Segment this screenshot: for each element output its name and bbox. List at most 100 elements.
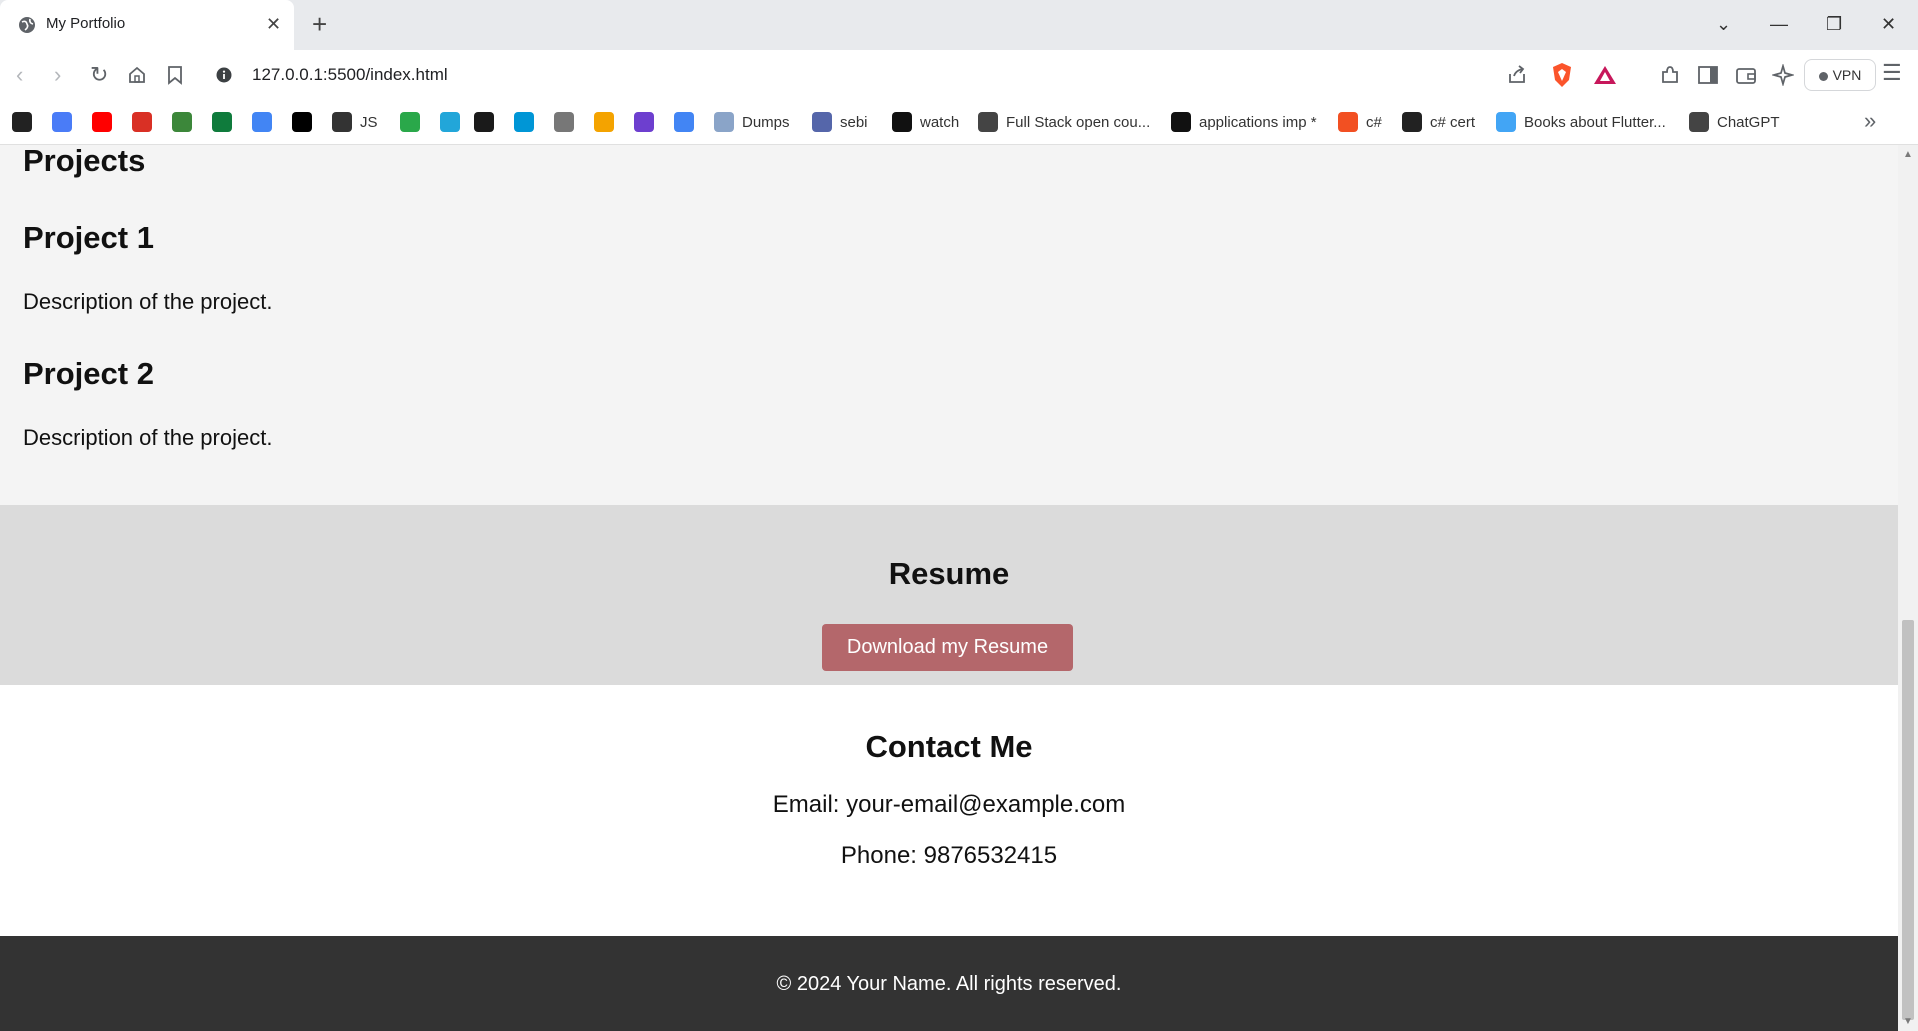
tab-bar: My Portfolio ✕ + ⌄ — ❐ ✕ <box>0 0 1918 50</box>
project-1-description: Description of the project. <box>23 289 273 314</box>
page-scrollbar[interactable]: ▲ ▼ <box>1898 145 1918 1031</box>
bookmark-item[interactable] <box>400 111 420 133</box>
bookmark-item[interactable]: sebi <box>812 111 868 133</box>
cloud-icon <box>674 112 694 132</box>
hp-icon <box>514 112 534 132</box>
bookmark-item[interactable] <box>172 111 192 133</box>
contact-heading: Contact Me <box>865 729 1033 764</box>
bookmark-item[interactable]: watch <box>892 111 959 133</box>
asterisk-icon <box>440 112 460 132</box>
bookmark-item[interactable] <box>440 111 460 133</box>
contact-email: Email: your-email@example.com <box>772 791 1126 818</box>
vpn-label: VPN <box>1832 67 1862 83</box>
reload-icon[interactable]: ↻ <box>90 62 108 88</box>
bookmark-item[interactable]: applications imp * <box>1171 111 1317 133</box>
terminal-icon <box>474 112 494 132</box>
back-icon[interactable]: ‹ <box>16 62 23 88</box>
extensions-icon[interactable] <box>1659 64 1681 86</box>
bookmark-label: JS <box>360 113 378 131</box>
close-tab-icon[interactable]: ✕ <box>266 14 281 34</box>
home-icon[interactable] <box>127 65 147 85</box>
page-footer: © 2024 Your Name. All rights reserved. <box>0 936 1898 1031</box>
scroll-up-icon[interactable]: ▲ <box>1903 149 1913 160</box>
bookmark-item[interactable] <box>12 111 32 133</box>
projects-section: Projects Project 1 Description of the pr… <box>0 145 1898 505</box>
bookmark-item[interactable]: Dumps <box>714 111 790 133</box>
microsoft-icon <box>1338 112 1358 132</box>
bookmark-item[interactable] <box>92 111 112 133</box>
google-icon <box>252 112 272 132</box>
nodejs-icon <box>172 112 192 132</box>
bookmark-item[interactable]: JS <box>332 111 378 133</box>
bookmark-item[interactable] <box>594 111 614 133</box>
bookmark-item[interactable] <box>634 111 654 133</box>
url-text: 127.0.0.1:5500/index.html <box>252 65 448 84</box>
bookmark-item[interactable]: Full Stack open cou... <box>978 111 1150 133</box>
flutter-icon <box>1496 112 1516 132</box>
bookmark-icon[interactable] <box>166 65 184 85</box>
tab-title: My Portfolio <box>46 15 126 32</box>
footer-copyright: © 2024 Your Name. All rights reserved. <box>776 973 1122 995</box>
bookmark-item[interactable] <box>132 111 152 133</box>
tab-my-portfolio[interactable]: My Portfolio ✕ <box>0 0 294 50</box>
circle-icon <box>634 112 654 132</box>
new-tab-icon[interactable]: + <box>312 10 327 38</box>
forward-icon[interactable]: › <box>54 62 61 88</box>
bookmark-item[interactable] <box>52 111 72 133</box>
bookmark-item[interactable] <box>554 111 574 133</box>
projects-heading: Projects <box>23 145 146 178</box>
bookmark-item[interactable] <box>514 111 534 133</box>
github-icon <box>12 112 32 132</box>
medium-icon <box>1171 112 1191 132</box>
freecodecamp-icon <box>400 112 420 132</box>
minimize-icon[interactable]: — <box>1770 12 1788 36</box>
wallet-icon[interactable] <box>1735 65 1757 85</box>
bookmark-item[interactable]: c# cert <box>1402 111 1475 133</box>
brave-rewards-icon[interactable] <box>1593 65 1617 85</box>
bookmark-item[interactable] <box>292 111 312 133</box>
project-1-title: Project 1 <box>23 220 154 255</box>
scrollbar-thumb[interactable] <box>1902 620 1914 1020</box>
globe-icon <box>19 17 35 33</box>
notion-icon <box>292 112 312 132</box>
share-icon[interactable] <box>1506 64 1528 86</box>
leo-ai-icon[interactable] <box>1772 64 1794 86</box>
site-info-icon[interactable] <box>216 67 232 83</box>
scroll-down-icon[interactable]: ▼ <box>1903 1016 1913 1027</box>
bookmark-item[interactable]: Books about Flutter... <box>1496 111 1666 133</box>
bookmark-item[interactable]: c# <box>1338 111 1382 133</box>
project-2-description: Description of the project. <box>23 425 273 450</box>
tab-search-chevron-icon[interactable]: ⌄ <box>1716 12 1731 36</box>
bookmark-item[interactable] <box>212 111 232 133</box>
chart-icon <box>594 112 614 132</box>
restore-icon[interactable]: ❐ <box>1826 12 1842 36</box>
sidebar-icon[interactable] <box>1697 65 1719 85</box>
brave-shields-icon[interactable] <box>1551 62 1573 88</box>
doc-icon <box>714 112 734 132</box>
youtube-icon <box>92 112 112 132</box>
bookmarks-bar: JS Dumps sebi watch Full Stack open cou... ap… <box>0 100 1918 145</box>
square-icon <box>978 112 998 132</box>
vpn-button[interactable]: VPN <box>1804 59 1876 91</box>
bookmark-label: ChatGPT <box>1717 113 1780 131</box>
more-bookmarks-icon[interactable]: » <box>1864 108 1876 134</box>
resume-heading: Resume <box>888 556 1010 591</box>
bookmark-label: watch <box>920 113 960 131</box>
address-bar[interactable]: 127.0.0.1:5500/index.html <box>202 56 1642 94</box>
bookmark-label: Dumps <box>742 113 790 131</box>
bookmark-item[interactable]: ChatGPT <box>1689 111 1780 133</box>
gmail-icon <box>132 112 152 132</box>
bookmark-item[interactable] <box>674 111 694 133</box>
close-window-icon[interactable]: ✕ <box>1881 12 1896 36</box>
contact-phone: Phone: 9876532415 <box>840 842 1058 869</box>
browser-toolbar: ‹ › ↻ 127.0.0.1:5500/index.html VPN ☰ <box>0 50 1918 100</box>
bookmark-item[interactable] <box>252 111 272 133</box>
cert-icon <box>1402 112 1422 132</box>
resume-section: Resume Download my Resume <box>0 505 1898 685</box>
bookmark-label: Full Stack open cou... <box>1006 113 1151 131</box>
download-resume-button[interactable]: Download my Resume <box>822 624 1073 671</box>
bookmark-item[interactable] <box>474 111 494 133</box>
menu-icon[interactable]: ☰ <box>1882 60 1902 86</box>
project-2-title: Project 2 <box>23 356 154 391</box>
contact-section: Contact Me Email: your-email@example.com… <box>0 685 1898 936</box>
